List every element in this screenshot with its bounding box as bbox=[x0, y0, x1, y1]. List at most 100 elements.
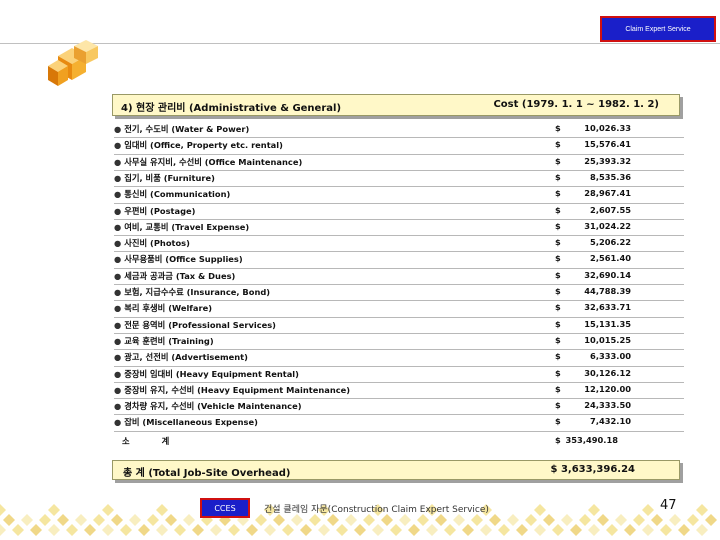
cost-item-currency: $ bbox=[555, 188, 561, 199]
cost-item-currency: $ bbox=[555, 286, 561, 296]
header-divider bbox=[0, 43, 720, 44]
cost-item-row: ● 우편비 (Postage) $2,607.55 bbox=[114, 204, 684, 218]
cost-item-text: 중장비 유지, 수선비 (Heavy Equipment Maintenance… bbox=[124, 384, 351, 395]
bullet-icon: ● bbox=[114, 384, 122, 395]
cost-item-text: 경차량 유지, 수선비 (Vehicle Maintenance) bbox=[124, 401, 302, 412]
section-title: 4) 현장 관리비 (Administrative & General) bbox=[121, 103, 342, 114]
diamond-shape bbox=[291, 514, 303, 526]
diamond-shape bbox=[255, 514, 267, 526]
bullet-icon: ● bbox=[114, 238, 122, 249]
cost-item-row: ● 사무실 유지비, 수선비 (Office Maintenance) $25,39… bbox=[114, 155, 684, 169]
cost-item-text: 사무실 유지비, 수선비 (Office Maintenance) bbox=[124, 156, 303, 167]
diamond-shape bbox=[570, 524, 582, 536]
diamond-shape bbox=[552, 524, 564, 536]
cost-item-text: 우편비 (Postage) bbox=[124, 205, 196, 216]
cost-item-label: ● 전문 용역비 (Professional Services) bbox=[114, 319, 276, 331]
cost-item-row: ● 임대비 (Office, Property etc. rental) $15,5… bbox=[114, 138, 684, 152]
cost-item-row: ● 집기, 비품 (Furniture) $8,535.36 bbox=[114, 171, 684, 185]
diamond-shape bbox=[300, 524, 312, 536]
diamond-shape bbox=[93, 514, 105, 526]
cost-item-text: 여비, 교통비 (Travel Expense) bbox=[124, 221, 250, 232]
cost-item-label: ● 경차량 유지, 수선비 (Vehicle Maintenance) bbox=[114, 400, 302, 412]
cost-item-row: ● 사진비 (Photos) $5,206.22 bbox=[114, 236, 684, 250]
cost-item-currency: $ bbox=[555, 204, 561, 215]
cost-item-row: ● 전기, 수도비 (Water & Power) $10,026.33 bbox=[114, 122, 684, 136]
bullet-icon: ● bbox=[114, 303, 122, 314]
diamond-shape bbox=[273, 514, 285, 526]
cost-item-currency: $ bbox=[555, 400, 561, 411]
diamond-shape bbox=[30, 524, 42, 536]
diamond-shape bbox=[588, 504, 600, 516]
diamond-shape bbox=[651, 514, 663, 526]
subtotal-label: 소계 bbox=[122, 436, 202, 446]
cost-item-text: 중장비 임대비 (Heavy Equipment Rental) bbox=[124, 368, 299, 379]
diamond-shape bbox=[390, 524, 402, 536]
diamond-shape bbox=[435, 514, 447, 526]
diamond-shape bbox=[471, 514, 483, 526]
cost-item-label: ● 사무용품비 (Office Supplies) bbox=[114, 253, 243, 265]
cost-item-amount: 2,607.55 bbox=[590, 204, 631, 215]
cost-item-amount: 10,026.33 bbox=[584, 123, 631, 133]
bullet-icon: ● bbox=[114, 172, 122, 183]
cost-item-amount: 8,535.36 bbox=[590, 171, 631, 182]
cost-item-currency: $ bbox=[555, 334, 561, 345]
diamond-shape bbox=[696, 504, 708, 516]
diamond-shape bbox=[0, 504, 6, 516]
diamond-shape bbox=[111, 514, 123, 526]
cost-item-currency: $ bbox=[555, 123, 561, 133]
cost-item-text: 사무용품비 (Office Supplies) bbox=[124, 254, 243, 265]
cost-item-amount: 2,561.40 bbox=[590, 253, 631, 264]
diamond-shape bbox=[696, 524, 708, 536]
diamond-shape bbox=[462, 524, 474, 536]
diamond-shape bbox=[408, 524, 420, 536]
diamond-shape bbox=[192, 524, 204, 536]
diamond-shape bbox=[633, 514, 645, 526]
cost-item-text: 세금과 공과금 (Tax & Dues) bbox=[124, 270, 236, 281]
diamond-shape bbox=[606, 524, 618, 536]
diamond-shape bbox=[84, 524, 96, 536]
diamond-shape bbox=[246, 524, 258, 536]
claim-expert-service-badge: Claim Expert Service bbox=[600, 16, 716, 42]
cost-item-amount: 28,967.41 bbox=[584, 188, 631, 199]
bullet-icon: ● bbox=[114, 140, 122, 151]
bullet-icon: ● bbox=[114, 254, 122, 265]
diamond-shape bbox=[453, 514, 465, 526]
cost-item-currency: $ bbox=[555, 269, 561, 280]
cost-item-row: ● 중장비 유지, 수선비 (Heavy Equipment Maintenanc… bbox=[114, 383, 684, 397]
bullet-icon: ● bbox=[114, 368, 122, 379]
cost-item-currency: $ bbox=[555, 367, 561, 378]
cost-item-label: ● 보험, 지급수수료 (Insurance, Bond) bbox=[114, 286, 270, 298]
cost-item-amount: 15,576.41 bbox=[584, 139, 631, 150]
diamond-shape bbox=[444, 524, 456, 536]
diamond-shape bbox=[687, 514, 699, 526]
cost-item-label: ● 사진비 (Photos) bbox=[114, 237, 190, 249]
bullet-icon: ● bbox=[114, 335, 122, 346]
cost-item-currency: $ bbox=[555, 302, 561, 313]
row-divider bbox=[114, 430, 684, 432]
diamond-shape bbox=[21, 514, 33, 526]
diamond-shape bbox=[525, 514, 537, 526]
cost-item-row: ● 중장비 임대비 (Heavy Equipment Rental) $30,126… bbox=[114, 367, 684, 381]
cost-item-amount: 24,333.50 bbox=[584, 400, 631, 411]
cost-item-row: ● 교육 훈련비 (Training) $10,015.25 bbox=[114, 334, 684, 348]
cost-item-amount: 5,206.22 bbox=[590, 237, 631, 248]
cost-item-currency: $ bbox=[555, 171, 561, 182]
cost-item-row: ● 여비, 교통비 (Travel Expense) $31,024.22 bbox=[114, 220, 684, 234]
diamond-shape bbox=[174, 524, 186, 536]
cost-item-text: 전기, 수도비 (Water & Power) bbox=[124, 124, 250, 134]
page-number: 47 bbox=[660, 498, 677, 513]
bullet-icon: ● bbox=[114, 189, 122, 200]
badge-text: Claim Expert Service bbox=[625, 25, 691, 33]
diamond-shape bbox=[480, 524, 492, 536]
diamond-shape bbox=[561, 514, 573, 526]
cost-item-amount: 7,432.10 bbox=[590, 416, 631, 427]
bullet-icon: ● bbox=[114, 287, 122, 297]
diamond-shape bbox=[543, 514, 555, 526]
diamond-shape bbox=[102, 524, 114, 536]
diamond-shape bbox=[489, 514, 501, 526]
diamond-shape bbox=[129, 514, 141, 526]
diamond-shape bbox=[669, 514, 681, 526]
cost-item-label: ● 잡비 (Miscellaneous Expense) bbox=[114, 416, 258, 428]
diamond-shape bbox=[156, 524, 168, 536]
cost-item-text: 교육 훈련비 (Training) bbox=[124, 335, 214, 346]
